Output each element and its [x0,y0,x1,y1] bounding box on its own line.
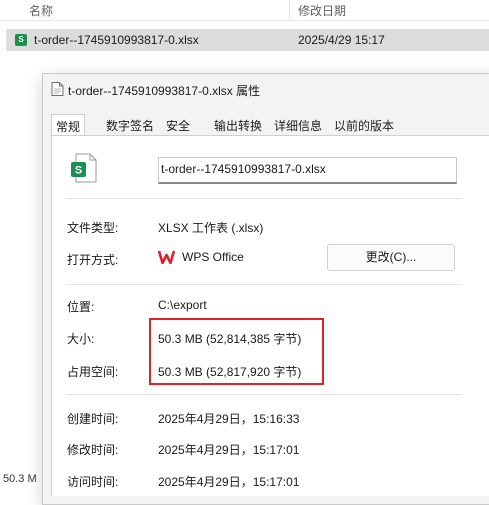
highlight-box [149,318,324,385]
accessed-value: 2025年4月29日，15:17:01 [158,475,300,489]
status-size-text: 50.3 M [3,473,37,485]
excel-file-icon: S [71,153,97,183]
divider [66,284,462,285]
modified-value: 2025年4月29日，15:17:01 [158,443,300,457]
dialog-title: t-order--1745910993817-0.xlsx 属性 [68,84,261,98]
tab-digital-signatures[interactable]: 数字签名 [106,117,154,136]
tab-details[interactable]: 详细信息 [274,117,322,136]
location-value: C:\export [158,298,207,312]
tab-previous-versions[interactable]: 以前的版本 [334,117,394,136]
open-with-label: 打开方式: [67,253,119,267]
file-row[interactable]: S t-order--1745910993817-0.xlsx 2025/4/2… [6,29,489,51]
file-name: t-order--1745910993817-0.xlsx [34,33,199,47]
column-name-header[interactable]: 名称 [29,2,53,19]
file-modified-date: 2025/4/29 15:17 [298,33,385,47]
svg-text:S: S [75,165,82,177]
file-type-label: 文件类型: [67,221,119,235]
size-on-disk-label: 占用空间: [67,365,119,379]
properties-dialog: t-order--1745910993817-0.xlsx 属性 常规 数字签名… [42,73,489,505]
location-label: 位置: [67,300,95,314]
column-modified-header[interactable]: 修改日期 [298,2,346,19]
document-icon [51,82,64,96]
divider [66,198,462,199]
general-panel: S t-order--1745910993817-0.xlsx 文件类型: XL… [51,135,489,496]
tab-general[interactable]: 常规 [51,114,86,136]
excel-file-icon: S [15,34,27,46]
open-with-app: WPS Office [182,250,244,264]
created-label: 创建时间: [67,412,119,426]
file-type-value: XLSX 工作表 (.xlsx) [158,221,264,235]
column-separator[interactable] [289,0,290,20]
accessed-label: 访问时间: [67,475,119,489]
filename-field[interactable]: t-order--1745910993817-0.xlsx [158,157,457,184]
modified-label: 修改时间: [67,443,119,457]
tab-security[interactable]: 安全 [166,117,190,136]
column-header: 名称 修改日期 [0,0,489,21]
wps-logo-icon [158,250,175,264]
size-label: 大小: [67,332,95,346]
title-bar[interactable]: t-order--1745910993817-0.xlsx 属性 [43,74,489,104]
created-value: 2025年4月29日，15:16:33 [158,412,300,426]
divider [66,394,462,395]
change-app-button[interactable]: 更改(C)... [327,244,455,271]
tab-output-conversion[interactable]: 输出转换 [214,117,262,136]
status-size: 50.3 M [0,472,43,486]
